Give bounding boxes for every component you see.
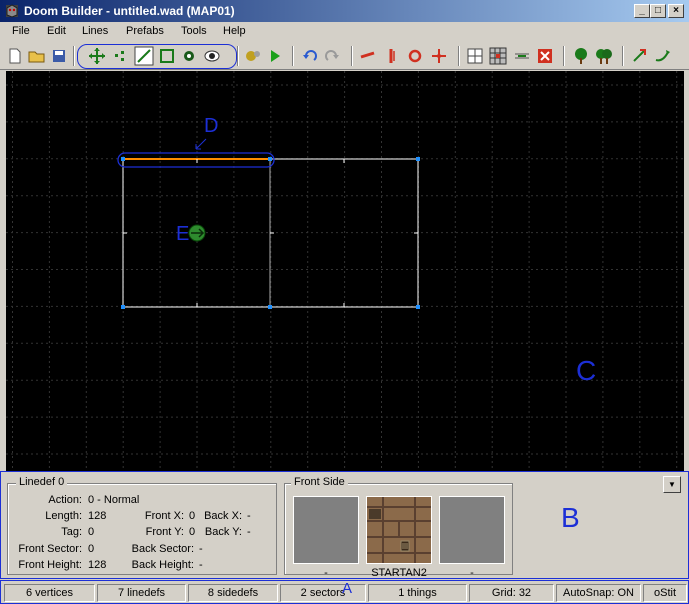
startan2-texture-icon (367, 497, 431, 563)
length-label: Length: (45, 510, 82, 522)
linedef-info-title: Linedef 0 (16, 476, 68, 488)
vertex (121, 157, 125, 161)
close-button[interactable]: × (668, 4, 684, 18)
annotation-d-arrow (195, 138, 207, 150)
menu-lines[interactable]: Lines (82, 25, 108, 37)
vertex (268, 157, 272, 161)
undo-icon[interactable] (299, 45, 321, 67)
front-y-value: 0 (189, 526, 196, 538)
scale-icon[interactable] (428, 45, 450, 67)
redo-icon[interactable] (321, 45, 343, 67)
back-x-label: Back X: (204, 510, 242, 522)
vertex (416, 157, 420, 161)
status-grid: Grid: 32 (469, 584, 554, 602)
test-play-icon[interactable] (264, 45, 286, 67)
status-sidedefs: 8 sidedefs (188, 584, 278, 602)
upper-texture-name: - (324, 567, 328, 579)
grid-icon[interactable] (464, 45, 486, 67)
status-autosnap: AutoSnap: ON (556, 584, 641, 602)
front-x-value: 0 (189, 510, 196, 522)
status-vertices: 6 vertices (4, 584, 95, 602)
lower-texture[interactable] (439, 496, 505, 564)
menu-prefabs[interactable]: Prefabs (126, 25, 164, 37)
menu-edit[interactable]: Edit (47, 25, 66, 37)
tree-icon[interactable] (570, 45, 592, 67)
flip-linedefs-icon[interactable] (357, 45, 379, 67)
annotation-e: E (176, 223, 190, 245)
panel-dropdown-button[interactable]: ▼ (663, 476, 681, 493)
length-value: 128 (88, 510, 107, 522)
front-side-group: Front Side - STARTAN2 - (284, 476, 513, 579)
join-icon[interactable] (652, 45, 674, 67)
annotation-a: A (342, 580, 353, 597)
front-sector-value: 0 (88, 543, 95, 555)
tag-label: Tag: (61, 526, 82, 538)
info-panel: ▼ Linedef 0 Action: 0 - Normal Length: 1… (0, 471, 689, 579)
back-sector-label: Back Sector: (131, 543, 194, 555)
status-sectors: 2 sectors (280, 584, 366, 602)
new-file-icon[interactable] (4, 45, 26, 67)
save-icon[interactable] (48, 45, 70, 67)
annotation-d: D (204, 115, 219, 137)
map-drawing (6, 71, 684, 471)
stitch-icon[interactable] (629, 45, 651, 67)
status-stitch: oStit (643, 584, 687, 602)
flip-sidedefs-icon[interactable] (381, 45, 403, 67)
front-y-label: Front Y: (145, 526, 184, 538)
back-y-label: Back Y: (204, 526, 242, 538)
maximize-button[interactable]: □ (650, 4, 666, 18)
front-x-label: Front X: (144, 510, 184, 522)
chevron-down-icon: ▼ (668, 480, 676, 489)
front-sector-label: Front Sector: (18, 543, 82, 555)
annotation-c: C (576, 355, 597, 386)
front-side-title: Front Side (291, 476, 348, 488)
minimize-button[interactable]: _ (634, 4, 650, 18)
app-icon (6, 4, 18, 18)
tag-value: 0 (88, 526, 95, 538)
snap-grid-icon[interactable] (487, 45, 509, 67)
back-height-value: - (199, 559, 203, 571)
trees-icon[interactable] (593, 45, 615, 67)
delete-icon[interactable] (534, 45, 556, 67)
vertex (268, 305, 272, 309)
upper-texture[interactable] (293, 496, 359, 564)
map-options-icon[interactable] (242, 45, 264, 67)
back-height-label: Back Height: (131, 559, 194, 571)
front-height-label: Front Height: (18, 559, 82, 571)
status-things: 1 things (368, 584, 467, 602)
open-folder-icon[interactable] (26, 45, 48, 67)
menu-tools[interactable]: Tools (181, 25, 207, 37)
menu-help[interactable]: Help (223, 25, 246, 37)
middle-texture-name: STARTAN2 (371, 567, 427, 579)
status-linedefs: 7 linedefs (97, 584, 186, 602)
vertex (416, 305, 420, 309)
front-height-value: 128 (88, 559, 107, 571)
player-start-thing (188, 224, 206, 242)
title-bar[interactable]: Doom Builder - untitled.wad (MAP01) _ □ … (0, 0, 689, 22)
middle-texture[interactable] (366, 496, 432, 564)
back-x-value: - (247, 510, 251, 522)
window-title: Doom Builder - untitled.wad (MAP01) (24, 4, 235, 18)
back-y-value: - (247, 526, 251, 538)
vertex (121, 305, 125, 309)
annotation-b: B (561, 502, 580, 533)
map-canvas[interactable]: C D E (6, 71, 684, 471)
mode-buttons-highlight (77, 44, 237, 69)
merge-icon[interactable] (511, 45, 533, 67)
action-value: 0 - Normal (88, 494, 140, 506)
rotate-icon[interactable] (404, 45, 426, 67)
menu-bar: File Edit Lines Prefabs Tools Help (0, 22, 689, 42)
linedef-info-group: Linedef 0 Action: 0 - Normal Length: 128… (7, 476, 277, 575)
lower-texture-name: - (470, 567, 474, 579)
menu-file[interactable]: File (12, 25, 30, 37)
back-sector-value: - (199, 543, 203, 555)
action-label: Action: (48, 494, 82, 506)
